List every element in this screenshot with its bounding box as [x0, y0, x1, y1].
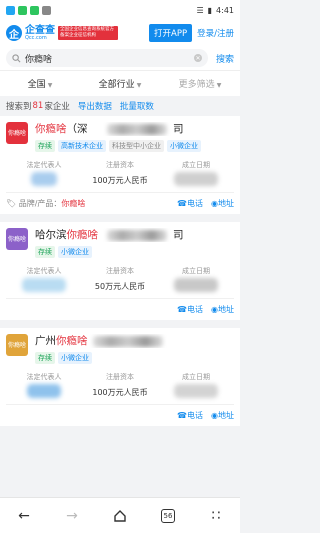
redacted-date: [174, 384, 218, 398]
official-badge: 全国企业信息查询系统官方备案企业征信机构: [58, 26, 118, 40]
phone-icon: ☎: [177, 199, 188, 208]
search-query: 你瘾啥: [25, 54, 53, 65]
address-button[interactable]: ◉地址: [211, 198, 234, 209]
filter-region[interactable]: 全国 ▼: [0, 77, 80, 90]
company-info-row: 法定代表人 注册资本 100万元人民币 成立日期: [6, 372, 234, 398]
result-summary: 搜索到 81 家企业 导出数据 批量取数: [0, 96, 240, 116]
location-icon: ◉: [211, 305, 218, 314]
status-bar: ☰ ▮ 4:41: [0, 0, 240, 20]
chevron-down-icon: ▼: [47, 82, 53, 89]
search-input[interactable]: 你瘾啥 ✕: [6, 49, 208, 67]
company-name[interactable]: 广州你瘾啥: [35, 334, 234, 348]
clear-icon[interactable]: ✕: [193, 54, 202, 62]
chevron-down-icon: ▼: [136, 82, 142, 89]
misc-notification-icon: [42, 5, 51, 15]
location-icon: ◉: [211, 411, 218, 420]
back-button[interactable]: ←: [13, 505, 35, 527]
tag: 高新技术企业: [58, 140, 106, 152]
search-icon: [12, 53, 21, 62]
registered-capital: 100万元人民币: [92, 388, 148, 397]
message-notification-icon: [18, 5, 27, 15]
company-logo: 你瘾啥: [6, 122, 28, 144]
status-badge: 存续: [35, 140, 55, 152]
brand-domain: Qcc.com: [25, 34, 47, 41]
brand-name: 企查查: [25, 24, 55, 36]
tabs-button[interactable]: 56: [157, 505, 179, 527]
filter-bar: 全国 ▼ 全部行业 ▼ 更多筛选 ▼: [0, 70, 240, 96]
redacted-date: [174, 172, 218, 186]
app-notification-icon: [6, 5, 15, 15]
company-logo: 你瘾啥: [6, 228, 28, 250]
vibrate-icon: ☰: [196, 5, 204, 15]
tag-icon: 🏷: [6, 199, 17, 208]
open-app-button[interactable]: 打开APP: [149, 24, 193, 42]
export-data-link[interactable]: 导出数据: [78, 100, 112, 112]
company-info-row: 法定代表人 注册资本 100万元人民币 成立日期: [6, 160, 234, 186]
tag: 科技型中小企业: [109, 140, 164, 152]
company-card[interactable]: 你瘾啥 广州你瘾啥 存续 小微企业 法定代表人 注册资本 100万元人民币 成立…: [0, 328, 240, 426]
home-button[interactable]: [109, 505, 131, 527]
result-count: 81: [32, 101, 44, 111]
battery-icon: ▮: [207, 5, 213, 15]
brand-logo-text[interactable]: 企查查 Qcc.com: [25, 24, 55, 41]
redacted-date: [174, 278, 218, 292]
forward-button[interactable]: →: [61, 505, 83, 527]
batch-fetch-link[interactable]: 批量取数: [120, 100, 154, 112]
wechat-notification-icon: [30, 5, 39, 15]
brand-logo-icon[interactable]: 企: [6, 25, 22, 41]
registered-capital: 50万元人民币: [94, 282, 146, 291]
address-button[interactable]: ◉地址: [211, 304, 234, 315]
browser-nav-bar: ← → 56 ∷: [0, 497, 240, 533]
top-bar: 企 企查查 Qcc.com 全国企业信息查询系统官方备案企业征信机构 打开APP…: [0, 20, 240, 46]
location-icon: ◉: [211, 199, 218, 208]
company-name[interactable]: 你瘾啥（深 司: [35, 122, 234, 136]
filter-more[interactable]: 更多筛选 ▼: [160, 77, 240, 90]
phone-button[interactable]: ☎电话: [177, 198, 203, 209]
phone-button[interactable]: ☎电话: [177, 304, 203, 315]
clock: 4:41: [216, 5, 234, 15]
status-badge: 存续: [35, 352, 55, 364]
search-button[interactable]: 搜索: [216, 52, 234, 65]
redacted-text: [93, 336, 163, 347]
tag-list: 存续 高新技术企业 科技型中小企业 小微企业: [35, 140, 234, 152]
address-button[interactable]: ◉地址: [211, 410, 234, 421]
tag: 小微企业: [58, 352, 92, 364]
registered-capital: 100万元人民币: [92, 176, 148, 185]
menu-button[interactable]: ∷: [205, 505, 227, 527]
status-badge: 存续: [35, 246, 55, 258]
tag: 小微企业: [58, 246, 92, 258]
filter-industry[interactable]: 全部行业 ▼: [80, 77, 160, 90]
tag-list: 存续 小微企业: [35, 352, 234, 364]
chevron-down-icon: ▼: [216, 82, 222, 89]
tag-list: 存续 小微企业: [35, 246, 234, 258]
company-card[interactable]: 你瘾啥 你瘾啥（深 司 存续 高新技术企业 科技型中小企业 小微企业 法定代表人…: [0, 116, 240, 214]
company-logo: 你瘾啥: [6, 334, 28, 356]
redacted-text: [107, 124, 167, 135]
legal-rep-avatar: [31, 172, 57, 186]
arrow-left-icon: ←: [18, 507, 30, 524]
phone-button[interactable]: ☎电话: [177, 410, 203, 421]
phone-icon: ☎: [177, 411, 188, 420]
home-icon: [114, 509, 126, 522]
product-info: 🏷 品牌/产品：你瘾啥: [6, 199, 86, 208]
more-icon: ∷: [211, 507, 221, 524]
legal-rep-avatar: [22, 278, 66, 292]
tab-count: 56: [161, 508, 175, 523]
phone-icon: ☎: [177, 305, 188, 314]
company-name[interactable]: 哈尔滨你瘾啥 司: [35, 228, 234, 242]
arrow-right-icon: →: [66, 507, 78, 524]
tag: 小微企业: [167, 140, 201, 152]
redacted-text: [107, 230, 167, 241]
company-card[interactable]: 你瘾啥 哈尔滨你瘾啥 司 存续 小微企业 法定代表人 注册资本 50万元人民币 …: [0, 222, 240, 320]
legal-rep-avatar: [27, 384, 61, 398]
search-row: 你瘾啥 ✕ 搜索: [0, 46, 240, 70]
login-register-link[interactable]: 登录/注册: [197, 27, 234, 39]
company-info-row: 法定代表人 注册资本 50万元人民币 成立日期: [6, 266, 234, 292]
